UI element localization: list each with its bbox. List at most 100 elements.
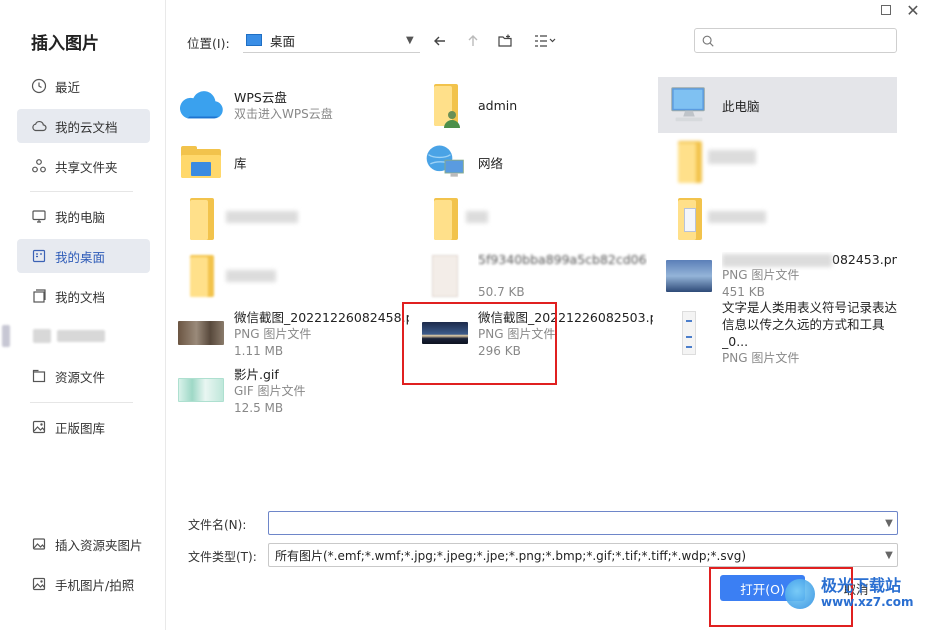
sidebar-item-insert-resource-image[interactable]: 插入资源夹图片 [17, 527, 150, 561]
file-item-5f9340[interactable]: 5f9340bba899a5cb82cd06 . 50.7 KB [414, 248, 653, 304]
user-folder-icon [420, 80, 470, 130]
sidebar-item-label: 共享文件夹 [55, 159, 118, 175]
arrow-left-icon [434, 36, 445, 46]
search-input[interactable] [719, 30, 896, 51]
maximize-icon [881, 4, 891, 15]
sidebar-item-label: 资源文件 [55, 369, 106, 385]
file-subtitle: 双击进入WPS云盘 [234, 107, 333, 121]
folder-icon [176, 194, 226, 244]
file-name: admin [478, 97, 518, 113]
file-size: 1.11 MB [234, 343, 284, 358]
sidebar-divider [30, 402, 133, 403]
sidebar-divider [30, 191, 133, 192]
search-box[interactable] [694, 28, 897, 53]
file-size: 12.5 MB [234, 400, 284, 415]
dialog-title: 插入图片 [31, 34, 99, 54]
list-view-icon [535, 35, 556, 47]
library-folder-icon [176, 137, 226, 187]
file-name: 网络 [478, 155, 504, 171]
file-item-blurred-folder-4[interactable] [658, 191, 897, 247]
file-item-movie-gif[interactable]: 影片.gif GIF 图片文件 12.5 MB [170, 362, 409, 418]
sidebar-item-label: 我的桌面 [55, 249, 106, 265]
resource-image-icon [31, 536, 47, 552]
sidebar-item-phone-image[interactable]: 手机图片/拍照 [17, 567, 150, 601]
maximize-button[interactable] [876, 2, 896, 20]
cloud-icon [31, 118, 47, 134]
blurred-name [226, 270, 276, 282]
chevron-down-icon[interactable]: ▼ [881, 518, 897, 529]
file-item-wps-cloud[interactable]: WPS云盘 双击进入WPS云盘 [170, 77, 409, 133]
file-item-this-pc[interactable]: 此电脑 [658, 77, 897, 133]
file-item-network[interactable]: 网络 [414, 134, 653, 190]
file-item-082453[interactable]: 082453.png PNG 图片文件 451 KB [658, 248, 897, 304]
new-folder-button[interactable] [493, 30, 517, 52]
file-item-admin[interactable]: admin [414, 77, 653, 133]
sidebar-item-resources[interactable]: 资源文件 [17, 359, 150, 393]
filetype-select[interactable]: 所有图片(*.emf;*.wmf;*.jpg;*.jpeg;*.jpe;*.pn… [268, 543, 898, 567]
file-name: 微信截图_20221226082458.png [234, 309, 409, 325]
filename-input[interactable] [275, 516, 881, 530]
close-button[interactable]: ✕ [903, 2, 923, 20]
annotation-highlight-file [402, 302, 557, 385]
sidebar-item-label: 我的电脑 [55, 209, 106, 225]
file-item-blurred-folder-3[interactable] [414, 191, 653, 247]
file-name: 5f9340bba899a5cb82cd06 [478, 251, 647, 267]
blurred-name [466, 211, 488, 223]
search-icon [702, 35, 714, 47]
back-button[interactable] [428, 30, 452, 52]
file-name: 库 [234, 155, 247, 171]
sidebar-item-label: 手机图片/拍照 [55, 577, 135, 593]
file-item-blurred-folder-5[interactable] [170, 248, 409, 304]
sidebar-item-desktop[interactable]: 我的桌面 [17, 239, 150, 273]
sidebar-item-label: 正版图库 [55, 420, 106, 436]
desktop-folder-icon [246, 34, 262, 46]
blurred-name [708, 211, 766, 223]
sidebar-item-label: 最近 [55, 79, 81, 95]
folder-icon [420, 194, 470, 244]
sidebar-item-label: 我的云文档 [55, 119, 118, 135]
view-mode-button[interactable] [529, 30, 561, 52]
sidebar-item-shared[interactable]: 共享文件夹 [17, 149, 150, 183]
watermark-brand: 极光下载站 [821, 576, 902, 595]
new-folder-icon [498, 34, 512, 47]
blurred-name [708, 150, 756, 164]
image-thumbnail-icon [664, 251, 714, 301]
file-size: 451 KB [722, 284, 765, 299]
file-item-wechat-082458[interactable]: 微信截图_20221226082458.png PNG 图片文件 1.11 MB [170, 305, 409, 361]
file-item-blurred-folder-1[interactable] [658, 134, 897, 190]
file-item-library[interactable]: 库 [170, 134, 409, 190]
watermark-url: www.xz7.com [821, 595, 914, 609]
file-type: PNG 图片文件 [722, 267, 800, 282]
phone-image-icon [31, 576, 47, 592]
up-button[interactable] [461, 30, 485, 52]
arrow-up-icon [468, 35, 478, 46]
file-name: 此电脑 [722, 98, 760, 114]
filetype-label: 文件类型(T): [188, 550, 257, 564]
filetype-value: 所有图片(*.emf;*.wmf;*.jpg;*.jpeg;*.jpe;*.pn… [275, 548, 747, 563]
sidebar-item-recent[interactable]: 最近 [17, 69, 150, 103]
image-thumbnail-icon [176, 365, 226, 415]
file-type: GIF 图片文件 [234, 383, 306, 398]
sidebar-item-label: 我的文档 [55, 289, 106, 305]
sidebar-item-my-computer[interactable]: 我的电脑 [17, 199, 150, 233]
file-item-text-image[interactable]: 文字是人类用表义符号记录表达信息以传之久远的方式和工具_0... PNG 图片文… [658, 300, 897, 365]
file-item-blurred-folder-2[interactable] [170, 191, 409, 247]
location-label: 位置(I): [187, 36, 230, 51]
filename-field[interactable]: ▼ [268, 511, 898, 535]
image-thumbnail-icon [176, 308, 226, 358]
sidebar-item-cloud-docs[interactable]: 我的云文档 [17, 109, 150, 143]
sidebar-item-image-library[interactable]: 正版图库 [17, 410, 150, 444]
file-size: 50.7 KB [478, 284, 525, 299]
file-name: 影片.gif [234, 366, 279, 382]
computer-icon [664, 80, 714, 130]
folder-icon [176, 251, 226, 301]
sidebar-item-label: 插入资源夹图片 [55, 537, 143, 553]
location-dropdown[interactable]: 桌面 ▼ [243, 28, 420, 53]
documents-icon [31, 288, 47, 304]
file-name: 文字是人类用表义符号记录表达信息以传之久远的方式和工具_0... [722, 300, 897, 349]
image-library-icon [31, 419, 47, 435]
sidebar-item-documents[interactable]: 我的文档 [17, 279, 150, 313]
folder-outline-icon [31, 368, 47, 384]
share-icon [31, 158, 47, 174]
desktop-icon [31, 248, 47, 264]
